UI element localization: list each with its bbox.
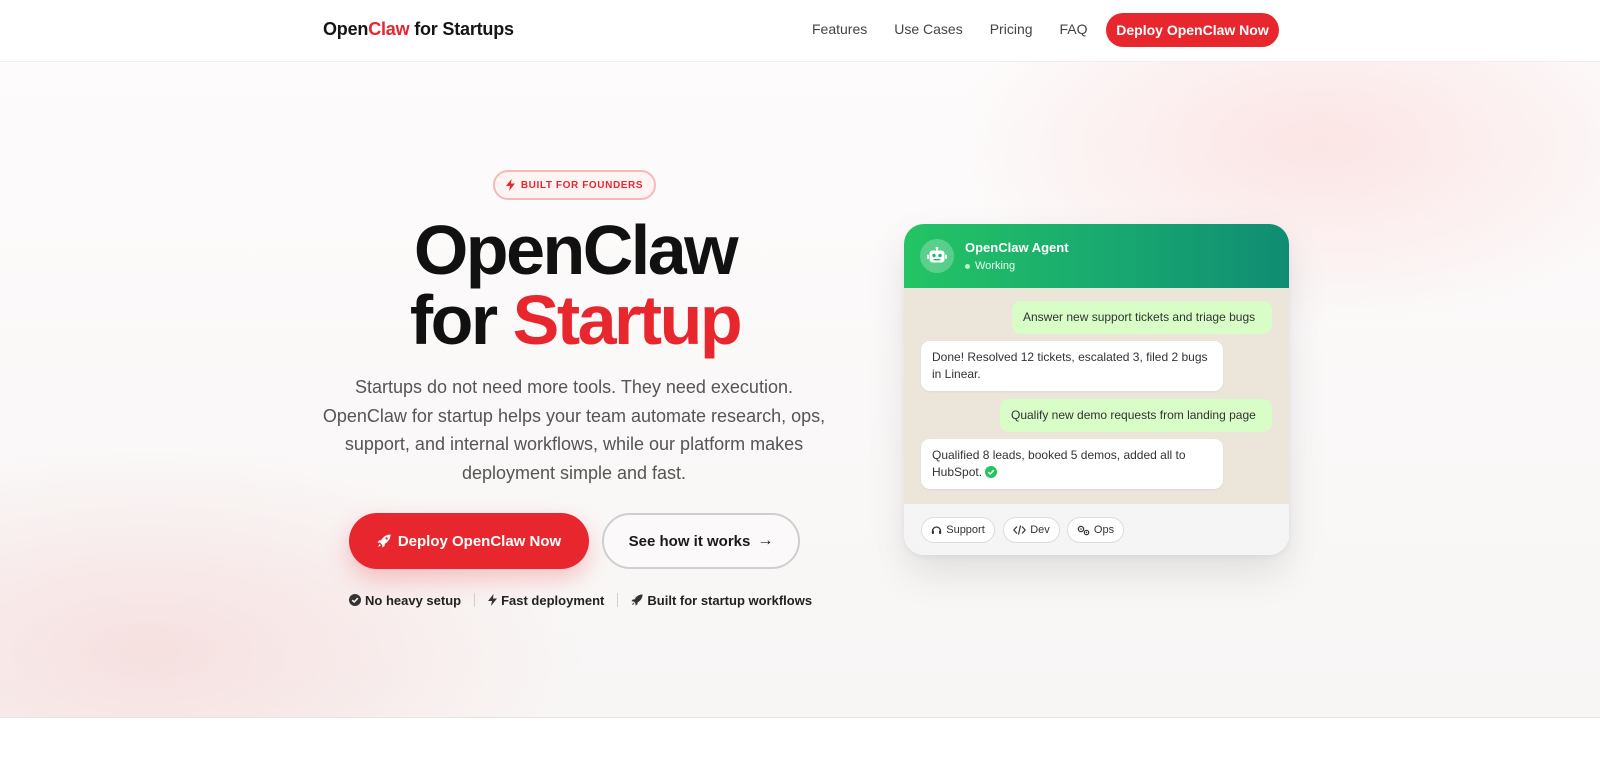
deploy-now-button[interactable]: Deploy OpenClaw Now <box>349 513 589 569</box>
logo[interactable]: OpenClaw for Startups <box>323 19 514 40</box>
chat-message-user: Answer new support tickets and triage bu… <box>1012 301 1272 334</box>
feature-label: Built for startup workflows <box>647 592 813 608</box>
nav-link-pricing[interactable]: Pricing <box>990 21 1033 37</box>
bolt-icon <box>505 179 515 191</box>
founders-badge: BUILT FOR FOUNDERS <box>493 170 656 200</box>
hero-description: Startups do not need more tools. They ne… <box>322 377 826 483</box>
chip-label: Support <box>946 524 985 536</box>
agent-status: Working <box>965 260 1015 272</box>
nav-links: Features Use Cases Pricing FAQ <box>812 21 1115 37</box>
chat-header: OpenClaw Agent Working <box>904 224 1289 288</box>
code-icon <box>1013 525 1027 535</box>
agent-status-label: Working <box>975 260 1016 272</box>
nav-deploy-button[interactable]: Deploy OpenClaw Now <box>1106 13 1279 47</box>
feature-fast-deploy: Fast deployment <box>488 593 604 608</box>
top-navbar: OpenClaw for Startups Features Use Cases… <box>0 0 1600 62</box>
chat-chip-bar: Support Dev Ops <box>904 504 1289 555</box>
see-how-it-works-button[interactable]: See how it works → <box>602 513 800 569</box>
rocket-icon <box>377 534 391 548</box>
logo-text-suffix: for Startups <box>409 19 514 39</box>
rocket-icon <box>631 594 643 606</box>
chat-message-text: Qualified 8 leads, booked 5 demos, added… <box>932 448 1186 479</box>
chat-message-user: Qualify new demo requests from landing p… <box>1000 399 1272 432</box>
feature-highlights: No heavy setup Fast deployment Built for… <box>349 590 812 610</box>
logo-text-open: Open <box>323 19 369 39</box>
agent-chat-card: OpenClaw Agent Working Answer new suppor… <box>904 224 1289 555</box>
hero-title-accent: Startup <box>512 281 743 359</box>
feature-startup-workflows: Built for startup workflows <box>631 593 812 608</box>
feature-label: No heavy setup <box>365 592 462 608</box>
chip-dev[interactable]: Dev <box>1003 517 1060 543</box>
hero-title: OpenClaw for Startup <box>360 215 790 355</box>
hero-title-line1: OpenClaw <box>413 211 739 289</box>
chat-message-agent: Qualified 8 leads, booked 5 demos, added… <box>921 439 1223 489</box>
chat-message-agent: Done! Resolved 12 tickets, escalated 3, … <box>921 341 1223 391</box>
check-circle-icon <box>985 466 998 478</box>
chip-label: Ops <box>1093 524 1115 536</box>
feature-label: Fast deployment <box>501 592 605 608</box>
robot-icon <box>920 239 954 273</box>
deploy-now-label: Deploy OpenClaw Now <box>397 532 562 550</box>
badge-label: BUILT FOR FOUNDERS <box>520 179 644 191</box>
hero-title-prefix: for <box>409 281 513 359</box>
feature-no-setup: No heavy setup <box>349 593 461 608</box>
chip-label: Dev <box>1030 524 1050 536</box>
status-dot <box>965 263 970 269</box>
nav-link-features[interactable]: Features <box>812 21 867 37</box>
chip-ops[interactable]: Ops <box>1067 517 1124 543</box>
headset-icon <box>932 525 942 534</box>
agent-name: OpenClaw Agent <box>965 240 1069 255</box>
check-circle-icon <box>349 594 361 606</box>
arrow-right-icon: → <box>757 532 774 549</box>
nav-link-use-cases[interactable]: Use Cases <box>894 21 962 37</box>
chat-messages: Answer new support tickets and triage bu… <box>904 288 1289 504</box>
logo-text-claw: Claw <box>368 19 410 39</box>
nav-link-faq[interactable]: FAQ <box>1060 21 1088 37</box>
divider <box>617 593 619 607</box>
divider <box>474 593 476 607</box>
chip-support[interactable]: Support <box>921 517 995 543</box>
see-how-label: See how it works <box>628 532 751 550</box>
gears-icon <box>1077 525 1090 535</box>
bolt-icon <box>488 594 498 606</box>
